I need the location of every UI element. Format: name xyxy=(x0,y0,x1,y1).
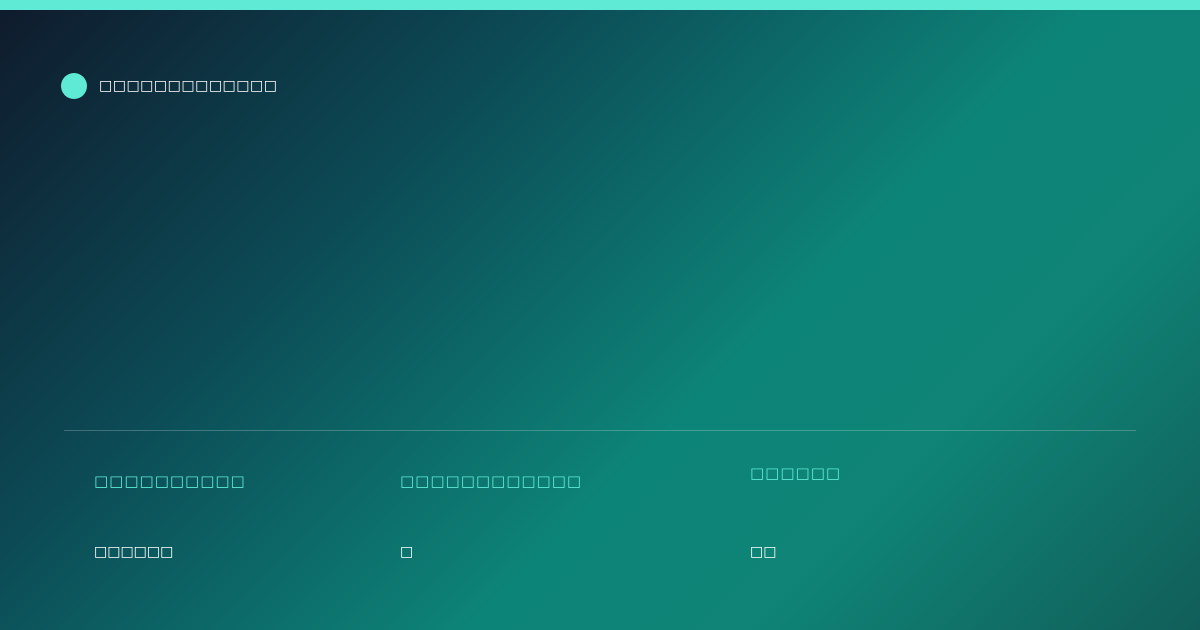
stat-value: □□ xyxy=(750,544,777,560)
top-accent-bar xyxy=(0,0,1200,10)
stat-label: □□□□□□□□□□□□ xyxy=(400,472,583,490)
brand-name: □□□□□□□□□□□□□ xyxy=(99,78,278,94)
stat-value: □□□□□□ xyxy=(94,544,174,560)
stat-value: □ xyxy=(400,544,414,560)
stat-label: □□□□□□□□□□ xyxy=(94,472,246,490)
brand: □□□□□□□□□□□□□ xyxy=(61,73,277,99)
brand-logo-dot-icon xyxy=(61,73,87,99)
divider xyxy=(64,430,1136,431)
stat-label: □□□□□□ xyxy=(750,464,842,482)
